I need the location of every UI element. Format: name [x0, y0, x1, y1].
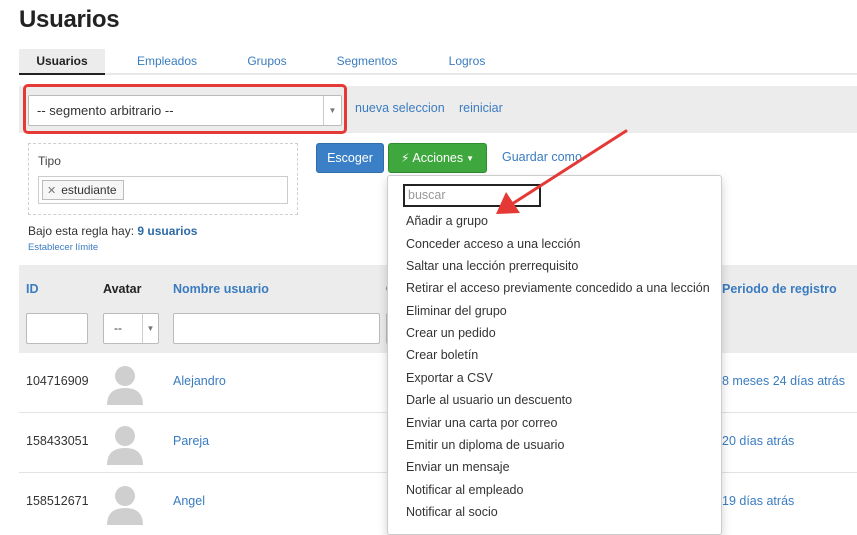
menu-item-create-order[interactable]: Crear un pedido: [406, 326, 496, 340]
chevron-down-icon: ▼: [142, 314, 158, 343]
cell-username[interactable]: Angel: [173, 494, 205, 508]
avatar-placeholder-icon: [107, 366, 143, 405]
filter-chip: ✕ estudiante: [42, 180, 124, 200]
caret-down-icon: ▼: [466, 154, 475, 163]
set-limit-link[interactable]: Establecer límite: [28, 242, 98, 253]
cell-period: 20 días atrás: [722, 434, 795, 448]
id-filter-input[interactable]: [26, 313, 88, 344]
tab-bar: Usuarios Empleados Grupos Segmentos Logr…: [19, 49, 857, 75]
cell-period: 8 meses 24 días atrás: [722, 374, 845, 388]
actions-button[interactable]: ⚡︎ Acciones ▼: [388, 143, 487, 173]
actions-button-label: Acciones: [412, 151, 464, 165]
save-as-link[interactable]: Guardar como: [502, 150, 582, 164]
menu-item-remove-from-group[interactable]: Eliminar del grupo: [406, 304, 507, 318]
cell-id: 158433051: [26, 434, 89, 448]
avatar-placeholder-icon: [107, 426, 143, 465]
type-filter-label: Tipo: [38, 154, 61, 168]
cell-period: 19 días atrás: [722, 494, 795, 508]
tab-grupos[interactable]: Grupos: [232, 49, 302, 75]
cell-id: 104716909: [26, 374, 89, 388]
rule-user-count[interactable]: 9 usuarios: [137, 224, 197, 238]
avatar-placeholder-icon: [107, 486, 143, 525]
tab-usuarios[interactable]: Usuarios: [19, 49, 105, 75]
tab-empleados[interactable]: Empleados: [123, 49, 211, 75]
menu-item-create-newsletter[interactable]: Crear boletín: [406, 348, 478, 362]
menu-item-send-message[interactable]: Enviar un mensaje: [406, 460, 510, 474]
avatar-filter-select[interactable]: -- ▼: [103, 313, 159, 344]
avatar-filter-value: --: [114, 321, 122, 335]
column-header-period[interactable]: Periodo de registro: [722, 282, 837, 296]
rule-summary-prefix: Bajo esta regla hay:: [28, 224, 135, 238]
page-title: Usuarios: [19, 6, 120, 33]
annotation-highlight-box: [23, 84, 347, 134]
cell-id: 158512671: [26, 494, 89, 508]
choose-button[interactable]: Escoger: [316, 143, 384, 173]
column-header-id[interactable]: ID: [26, 282, 39, 296]
remove-chip-icon[interactable]: ✕: [47, 185, 56, 197]
menu-item-add-to-group[interactable]: Añadir a grupo: [406, 214, 488, 228]
tab-logros[interactable]: Logros: [437, 49, 497, 75]
menu-item-send-mail-letter[interactable]: Enviar una carta por correo: [406, 416, 557, 430]
tab-segmentos[interactable]: Segmentos: [326, 49, 408, 75]
column-header-username[interactable]: Nombre usuario: [173, 282, 269, 296]
menu-item-give-discount[interactable]: Darle al usuario un descuento: [406, 393, 572, 407]
username-filter-input[interactable]: [173, 313, 380, 344]
menu-item-revoke-lesson-access[interactable]: Retirar el acceso previamente concedido …: [406, 281, 710, 295]
rule-summary: Bajo esta regla hay: 9 usuarios: [28, 224, 197, 238]
new-selection-link[interactable]: nueva seleccion: [355, 101, 445, 115]
bolt-icon: ⚡︎: [400, 151, 410, 165]
restart-link[interactable]: reiniciar: [459, 101, 503, 115]
column-header-avatar: Avatar: [103, 282, 142, 296]
cell-username[interactable]: Pareja: [173, 434, 209, 448]
menu-item-grant-lesson-access[interactable]: Conceder acceso a una lección: [406, 237, 580, 251]
menu-item-notify-partner[interactable]: Notificar al socio: [406, 505, 498, 519]
menu-item-skip-prerequisite[interactable]: Saltar una lección prerrequisito: [406, 259, 578, 273]
actions-search-input[interactable]: buscar: [403, 184, 541, 207]
cell-username[interactable]: Alejandro: [173, 374, 226, 388]
filter-chip-label: estudiante: [61, 183, 117, 197]
menu-item-issue-diploma[interactable]: Emitir un diploma de usuario: [406, 438, 564, 452]
menu-item-notify-employee[interactable]: Notificar al empleado: [406, 483, 523, 497]
menu-item-export-csv[interactable]: Exportar a CSV: [406, 371, 493, 385]
